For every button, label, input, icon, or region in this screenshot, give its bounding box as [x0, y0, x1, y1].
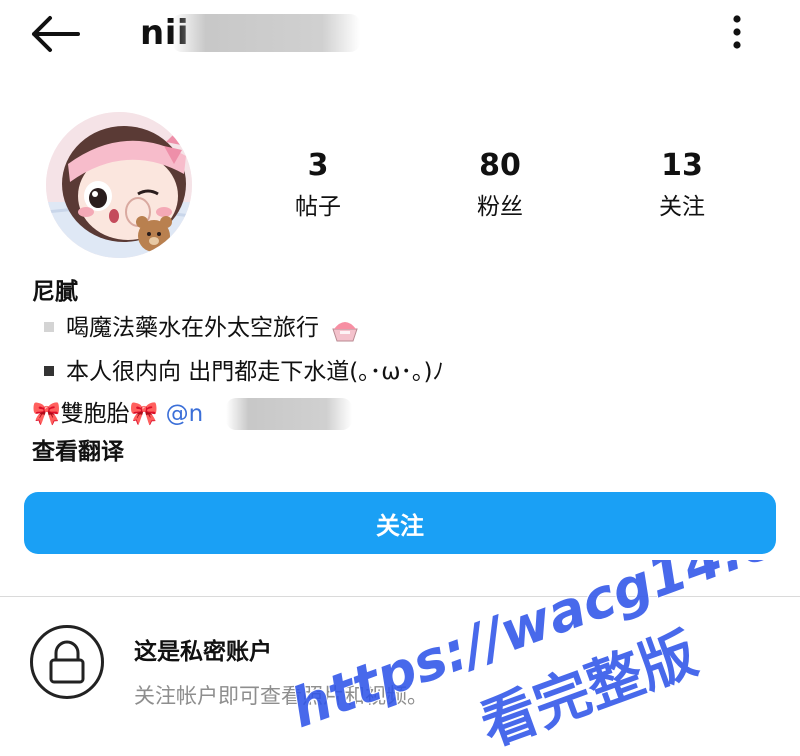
- stat-followers-value: 80: [479, 148, 521, 183]
- stat-following-value: 13: [661, 148, 703, 183]
- follow-button[interactable]: 关注: [24, 492, 776, 554]
- username-blur: [172, 14, 360, 52]
- bullet-dark-icon: [44, 365, 54, 376]
- top-bar: nii: [0, 0, 800, 70]
- avatar[interactable]: [46, 112, 192, 258]
- stat-posts-label: 帖子: [295, 194, 341, 220]
- private-account-title: 这是私密账户: [134, 639, 272, 665]
- bullet-light-icon: [44, 321, 54, 332]
- lock-icon: [49, 640, 85, 684]
- stat-followers[interactable]: 80 粉丝: [440, 146, 560, 224]
- arrow-left-icon: [32, 16, 80, 52]
- section-divider: [0, 596, 800, 597]
- lock-badge: [30, 625, 104, 699]
- stat-posts[interactable]: 3 帖子: [258, 146, 378, 224]
- bio-line-2-text: 本人很内向 出門都走下水道(｡･ω･｡)ﾉ: [66, 359, 445, 385]
- more-options-button[interactable]: [722, 12, 752, 52]
- bio-line-1: 喝魔法藥水在外太空旅行: [44, 312, 360, 344]
- stat-posts-value: 3: [307, 148, 329, 183]
- watermark-url: https://wacg14.com: [290, 560, 800, 740]
- twin-line: 🎀雙胞胎🎀 @n: [32, 396, 203, 432]
- private-account-subtitle: 关注帐户即可查看照片和视频。: [134, 684, 428, 708]
- back-button[interactable]: [28, 14, 82, 54]
- see-translation-link[interactable]: 查看翻译: [32, 436, 124, 468]
- stat-following[interactable]: 13 关注: [622, 146, 742, 224]
- shaved-ice-icon: [332, 321, 359, 341]
- twin-label: 🎀雙胞胎🎀: [32, 401, 159, 427]
- stat-followers-label: 粉丝: [477, 194, 523, 220]
- watermark-cta: 看完整版: [473, 621, 706, 756]
- mention-link[interactable]: @n: [166, 401, 204, 427]
- display-name: 尼膩: [32, 279, 78, 305]
- mention-blur: [226, 398, 352, 430]
- watermark-overlay: https://wacg14.com 看完整版: [290, 560, 800, 756]
- avatar-illustration: [46, 112, 192, 258]
- bio-line-1-text: 喝魔法藥水在外太空旅行: [66, 315, 319, 341]
- stat-following-label: 关注: [659, 194, 705, 220]
- bio-line-2: 本人很内向 出門都走下水道(｡･ω･｡)ﾉ: [44, 356, 444, 388]
- more-vertical-icon: [733, 15, 741, 49]
